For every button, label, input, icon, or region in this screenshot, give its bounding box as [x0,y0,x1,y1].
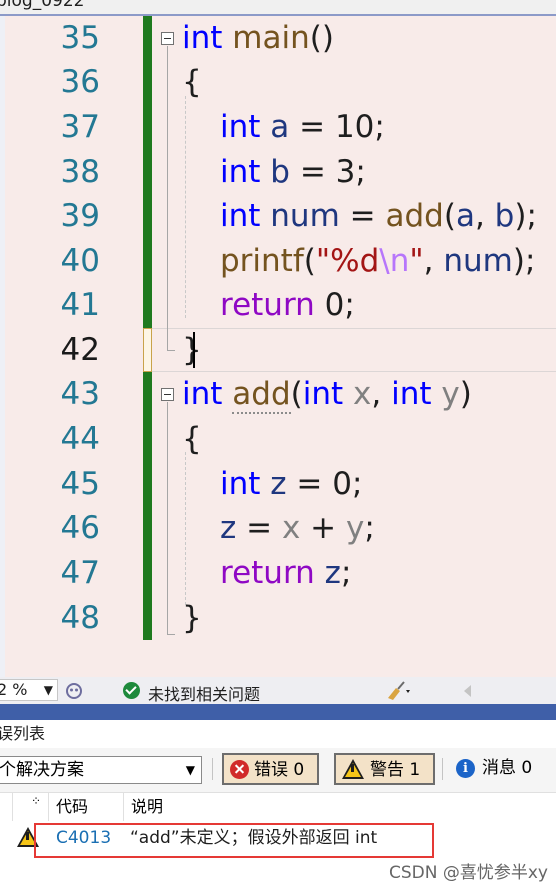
document-tab-strip: blog_0922 [0,0,556,16]
code-line-36: { [182,64,202,100]
code-line-37: int a = 10; [220,109,385,145]
line-number: 43 [60,376,100,412]
code-line-38: int b = 3; [220,154,366,190]
editor-status-bar: 2 % ▼ 未找到相关问题 [0,677,556,704]
line-number: 46 [60,510,100,546]
fold-line [167,402,168,635]
scope-dropdown[interactable]: 个解决方案 ▼ [0,756,202,784]
indent-guide [185,96,186,318]
errors-filter-button[interactable]: 错误 0 [222,753,319,785]
column-divider [12,793,13,821]
messages-filter-button[interactable]: i 消息 0 [452,753,556,785]
column-header-code[interactable]: 代码 [56,793,88,821]
column-divider [48,793,49,821]
indent-guide [185,452,186,605]
check-circle-icon [123,682,140,699]
error-list-title: 误列表 [0,724,46,743]
line-number: 35 [60,20,100,56]
current-line-highlight [152,328,556,372]
code-line-35: int main() [182,20,334,56]
code-line-40: printf("%d\n", num); [220,243,536,279]
chevron-down-icon: ▼ [185,763,195,777]
zoom-dropdown[interactable]: 2 % ▼ [0,679,58,701]
toolbar-separator [212,758,213,780]
line-number: 44 [60,421,100,457]
scroll-left-icon[interactable] [464,685,471,697]
chevron-down-icon: ▼ [43,683,53,697]
document-tab[interactable]: blog_0922 [0,0,84,11]
code-line-42: } [182,332,202,368]
line-number: 47 [60,555,100,591]
fold-end [167,634,175,635]
error-list-header: ⁘ 代码 说明 [0,792,556,822]
error-list-toolbar: 个解决方案 ▼ 错误 0 警告 1 i 消息 0 [0,748,556,792]
code-cleanup-icon[interactable] [384,680,414,702]
line-number: 48 [60,600,100,636]
code-line-39: int num = add(a, b); [220,198,537,234]
warnings-filter-button[interactable]: 警告 1 [334,753,435,785]
line-number: 36 [60,64,100,100]
copilot-icon[interactable] [64,681,84,701]
column-header-description[interactable]: 说明 [131,793,163,821]
column-divider [123,793,124,821]
fold-end [167,350,175,351]
fold-line [167,46,168,351]
text-caret [193,332,195,368]
code-line-47: return z; [220,555,352,591]
collapse-main-icon[interactable] [161,32,174,45]
sort-icon[interactable]: ⁘ [31,793,41,809]
code-line-41: return 0; [220,287,355,323]
line-number: 40 [60,243,100,279]
code-line-44: { [182,421,202,457]
watermark: CSDN @喜忧参半xy [389,863,548,883]
error-icon [230,760,249,779]
collapse-add-icon[interactable] [161,388,174,401]
issues-status-text[interactable]: 未找到相关问题 [148,681,260,705]
info-icon: i [456,759,475,778]
line-number: 38 [60,154,100,190]
highlight-annotation [34,823,434,858]
line-number: 41 [60,287,100,323]
line-number-current: 42 [60,332,100,368]
code-line-48: } [182,600,202,636]
line-number: 39 [60,198,100,234]
error-list-title-bar: 误列表 [0,720,556,747]
code-line-45: int z = 0; [220,466,363,502]
toolbar-separator [442,758,443,780]
change-tracking-bar-current [143,328,152,372]
editor-margin [0,16,5,677]
panel-separator [0,704,556,720]
line-number: 45 [60,466,100,502]
code-line-43: int add(int x, int y) [182,376,472,414]
code-line-46: z = x + y; [220,510,375,546]
line-number: 37 [60,109,100,145]
code-editor[interactable]: 35 36 37 38 39 40 41 42 43 44 45 46 47 4… [0,16,556,677]
